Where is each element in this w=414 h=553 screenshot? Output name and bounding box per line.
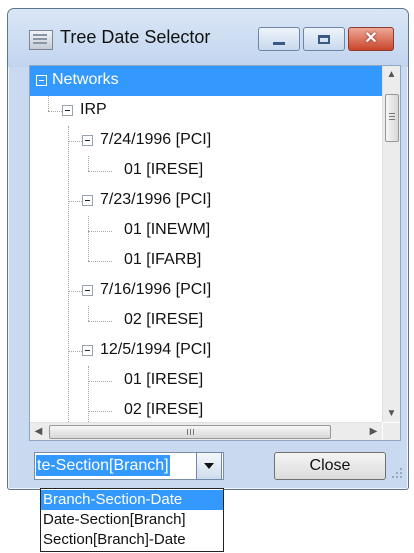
close-icon: ✕ (364, 30, 378, 47)
dropdown-button[interactable] (196, 452, 222, 480)
tree-node-label: 01 [IFARB] (124, 251, 202, 268)
tree-node-label: 7/24/1996 [PCI] (100, 131, 212, 148)
order-dropdown-list[interactable]: Branch-Section-Date Date-Section[Branch]… (40, 488, 224, 552)
tree-node-label: IRP (80, 101, 107, 118)
tree-node-label: 01 [IRESE] (124, 161, 204, 178)
scroll-up-icon[interactable]: ▲ (383, 66, 400, 83)
tree-rows: Networks IRP 7/24/1996 [PCI] 01 [IRESE] … (30, 66, 382, 422)
collapse-icon[interactable] (62, 105, 73, 116)
horizontal-scrollbar[interactable]: ◀ ▶ (30, 422, 382, 440)
tree-node-section[interactable]: 01 [INEWM] (30, 216, 382, 246)
tree-node-label: 12/5/1994 [PCI] (100, 341, 212, 358)
dropdown-option[interactable]: Section[Branch]-Date (41, 530, 223, 550)
tree-node-irp[interactable]: IRP (30, 96, 382, 126)
tree-node-date[interactable]: 7/24/1996 [PCI] (30, 126, 382, 156)
collapse-icon[interactable] (36, 75, 47, 86)
maximize-button[interactable] (303, 27, 345, 51)
tree-node-label: 02 [IRESE] (124, 311, 204, 328)
collapse-icon[interactable] (82, 195, 93, 206)
tree-node-section[interactable]: 01 [IRESE] (30, 156, 382, 186)
collapse-icon[interactable] (82, 285, 93, 296)
tree-node-label: 01 [INEWM] (124, 221, 211, 238)
vertical-scrollbar[interactable]: ▲ ▼ (382, 66, 400, 422)
tree-node-section[interactable]: 02 [IRESE] (30, 396, 382, 422)
minimize-button[interactable] (258, 27, 300, 51)
tree-node-label: 01 [IRESE] (124, 371, 204, 388)
combobox-value[interactable]: te-Section[Branch] (36, 455, 170, 476)
tree-node-label: 7/23/1996 [PCI] (100, 191, 212, 208)
collapse-icon[interactable] (82, 135, 93, 146)
dropdown-option[interactable]: Date-Section[Branch] (41, 510, 223, 530)
tree-node-section[interactable]: 01 [IFARB] (30, 246, 382, 276)
tree-node-section[interactable]: 01 [IRESE] (30, 366, 382, 396)
tree-node-label: 7/16/1996 [PCI] (100, 281, 212, 298)
resize-grip-icon[interactable] (392, 466, 402, 478)
scrollbar-corner (383, 423, 400, 440)
minimize-icon (273, 41, 285, 45)
tree-node-date[interactable]: 7/23/1996 [PCI] (30, 186, 382, 216)
chevron-down-icon (204, 463, 214, 469)
tree-date-selector-window: Tree Date Selector ✕ Networks IRP 7/24/1… (7, 8, 409, 490)
maximize-icon (318, 34, 330, 44)
tree-node-date[interactable]: 12/5/1994 [PCI] (30, 336, 382, 366)
scroll-right-icon[interactable]: ▶ (365, 423, 382, 440)
tree-node-label: Networks (52, 71, 119, 88)
tree-node-section[interactable]: 02 [IRESE] (30, 306, 382, 336)
horizontal-scroll-thumb[interactable] (49, 425, 331, 439)
scroll-down-icon[interactable]: ▼ (383, 405, 400, 422)
tree-node-networks[interactable]: Networks (30, 66, 382, 96)
app-icon (29, 30, 53, 50)
vertical-scroll-thumb[interactable] (385, 94, 399, 142)
scroll-left-icon[interactable]: ◀ (30, 423, 47, 440)
window-title: Tree Date Selector (60, 27, 211, 47)
tree-node-date[interactable]: 7/16/1996 [PCI] (30, 276, 382, 306)
collapse-icon[interactable] (82, 345, 93, 356)
dropdown-option[interactable]: Branch-Section-Date (41, 490, 223, 510)
tree-view[interactable]: Networks IRP 7/24/1996 [PCI] 01 [IRESE] … (29, 65, 401, 441)
title-bar[interactable]: Tree Date Selector ✕ (8, 9, 408, 67)
close-button[interactable]: Close (274, 452, 386, 480)
close-window-button[interactable]: ✕ (348, 27, 394, 51)
tree-node-label: 02 [IRESE] (124, 401, 204, 418)
